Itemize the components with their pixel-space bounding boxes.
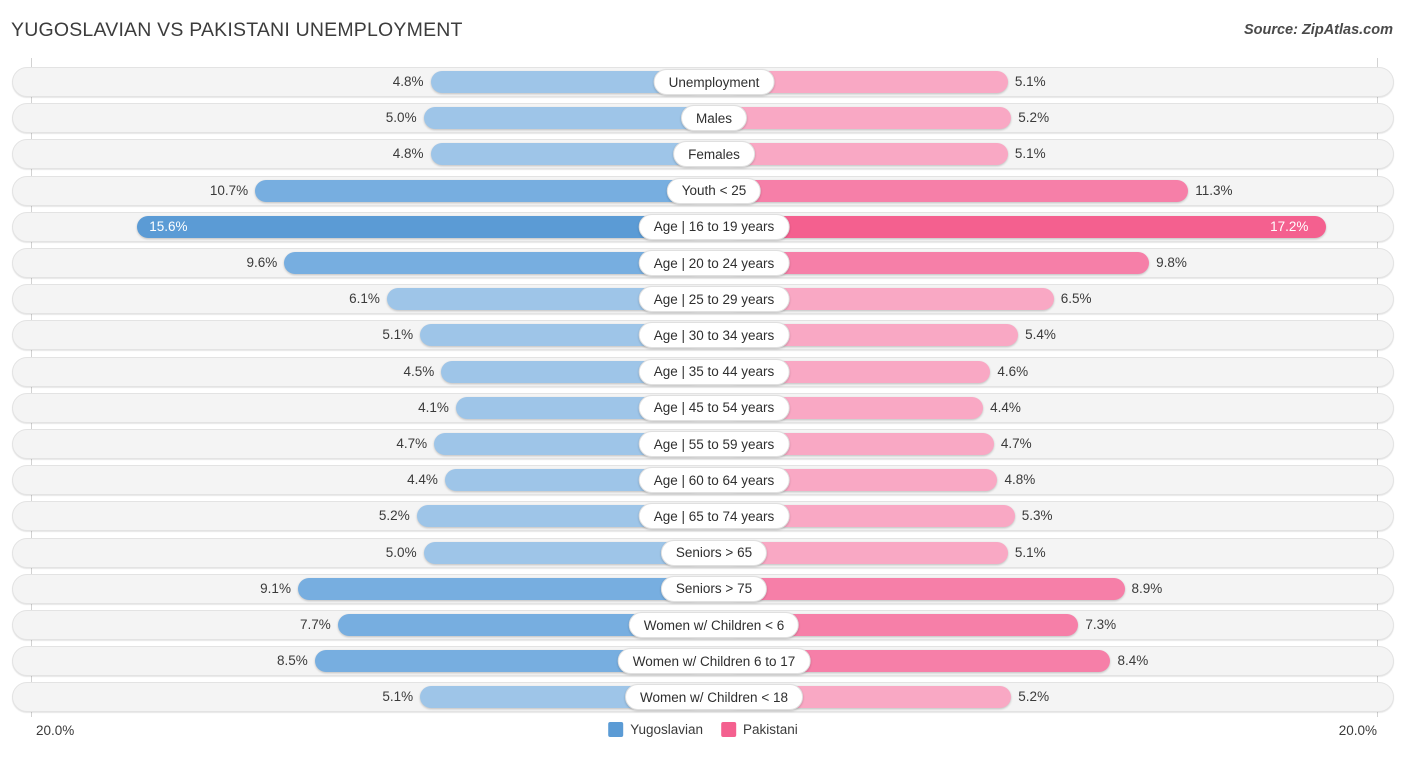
chart-row: 6.1% 6.5% Age | 25 to 29 years (12, 284, 1394, 315)
category-label-pill[interactable]: Age | 25 to 29 years (638, 286, 790, 313)
category-label-pill[interactable]: Age | 35 to 44 years (638, 358, 790, 385)
value-label-pakistani: 5.2% (1018, 689, 1050, 705)
bar-yugoslavian[interactable] (297, 577, 703, 600)
value-label-yugoslavian: 4.8% (392, 74, 424, 89)
value-label-yugoslavian: 9.6% (246, 255, 278, 270)
value-label-pakistani: 7.3% (1085, 617, 1117, 632)
category-label-pill[interactable]: Unemployment (653, 69, 775, 95)
chart-row: 10.7% 11.3% Youth < 25 (12, 175, 1394, 206)
value-label-pakistani: 17.2% (1270, 218, 1309, 234)
value-label-yugoslavian: 15.6% (149, 218, 188, 234)
axis-max-label-right: 20.0% (1338, 723, 1377, 738)
legend-label-pakistani: Pakistani (743, 722, 798, 737)
value-label-yugoslavian: 5.1% (382, 327, 414, 343)
category-label-pill[interactable]: Males (680, 105, 748, 132)
category-label-pill[interactable]: Age | 60 to 64 years (638, 467, 790, 494)
value-label-pakistani: 5.4% (1025, 327, 1056, 343)
chart-row: 4.7% 4.7% Age | 55 to 59 years (12, 429, 1394, 459)
value-label-pakistani: 4.8% (1004, 472, 1036, 488)
value-label-yugoslavian: 5.1% (382, 689, 414, 705)
chart-header: YUGOSLAVIAN VS PAKISTANI UNEMPLOYMENT So… (0, 0, 1406, 58)
bar-yugoslavian[interactable] (255, 179, 703, 202)
value-label-yugoslavian: 7.7% (300, 617, 331, 632)
value-label-yugoslavian: 5.0% (385, 110, 417, 126)
category-label-pill[interactable]: Age | 16 to 19 years (638, 213, 790, 240)
legend-label-yugoslavian: Yugoslavian (630, 722, 704, 737)
legend-swatch-icon-pakistani (721, 722, 737, 737)
value-label-yugoslavian: 8.5% (276, 653, 308, 669)
value-label-pakistani: 5.1% (1014, 74, 1046, 89)
category-label-pill[interactable]: Age | 30 to 34 years (638, 322, 790, 349)
chart-row: 4.1% 4.4% Age | 45 to 54 years (12, 392, 1394, 423)
value-label-yugoslavian: 10.7% (209, 182, 249, 198)
value-label-yugoslavian: 4.1% (418, 399, 449, 415)
chart-row: 4.8% 5.1% Females (12, 139, 1394, 170)
bar-pakistani[interactable] (725, 541, 1008, 564)
category-label-pill[interactable]: Youth < 25 (666, 177, 762, 204)
value-label-yugoslavian: 5.2% (378, 508, 410, 524)
value-label-yugoslavian: 5.0% (385, 544, 417, 560)
category-label-pill[interactable]: Age | 65 to 74 years (638, 503, 790, 530)
chart-legend: Yugoslavian Pakistani (608, 722, 798, 737)
value-label-yugoslavian: 6.1% (349, 291, 380, 307)
value-label-pakistani: 4.6% (997, 363, 1029, 379)
chart-row: 5.1% 5.2% Women w/ Children < 18 (12, 682, 1394, 713)
category-label-pill[interactable]: Women w/ Children 6 to 17 (617, 648, 811, 675)
axis-max-label-left: 20.0% (36, 723, 75, 738)
chart-row: 5.2% 5.3% Age | 65 to 74 years (12, 501, 1394, 532)
category-label-pill[interactable]: Women w/ Children < 18 (625, 684, 803, 711)
category-label-pill[interactable]: Seniors > 65 (660, 539, 768, 566)
value-label-pakistani: 11.3% (1195, 182, 1233, 198)
value-label-yugoslavian: 9.1% (260, 580, 291, 596)
bar-pakistani[interactable] (725, 577, 1125, 600)
chart-row: 4.5% 4.6% Age | 35 to 44 years (12, 356, 1394, 387)
value-label-pakistani: 8.4% (1117, 653, 1149, 669)
value-label-yugoslavian: 4.7% (396, 436, 428, 451)
chart-row: 4.4% 4.8% Age | 60 to 64 years (12, 465, 1394, 496)
category-label-pill[interactable]: Women w/ Children < 6 (628, 612, 800, 638)
bar-pakistani[interactable] (725, 179, 1189, 202)
legend-item-yugoslavian[interactable]: Yugoslavian (608, 722, 703, 737)
category-label-pill[interactable]: Age | 45 to 54 years (638, 394, 790, 421)
legend-swatch-icon-yugoslavian (608, 722, 624, 737)
value-label-yugoslavian: 4.4% (407, 472, 438, 488)
chart-page: YUGOSLAVIAN VS PAKISTANI UNEMPLOYMENT So… (0, 0, 1406, 757)
chart-row: 8.5% 8.4% Women w/ Children 6 to 17 (12, 646, 1394, 677)
chart-row: 5.1% 5.4% Age | 30 to 34 years (12, 320, 1394, 351)
chart-row: 15.6% 17.2% Age | 16 to 19 years (12, 211, 1394, 242)
category-label-pill[interactable]: Age | 55 to 59 years (638, 431, 790, 457)
value-label-yugoslavian: 4.8% (392, 146, 424, 162)
value-label-pakistani: 9.8% (1156, 255, 1187, 270)
page-title: YUGOSLAVIAN VS PAKISTANI UNEMPLOYMENT (11, 19, 463, 41)
chart-row: 5.0% 5.1% Seniors > 65 (12, 537, 1394, 568)
value-label-pakistani: 5.2% (1018, 110, 1050, 126)
value-label-pakistani: 5.3% (1021, 508, 1053, 524)
value-label-pakistani: 8.9% (1131, 580, 1163, 596)
source-attribution: Source: ZipAtlas.com (1243, 22, 1393, 38)
category-label-pill[interactable]: Females (673, 141, 755, 168)
value-label-yugoslavian: 4.5% (403, 363, 435, 379)
chart-row: 9.1% 8.9% Seniors > 75 (12, 573, 1394, 604)
bar-pakistani[interactable] (725, 143, 1008, 166)
legend-item-pakistani[interactable]: Pakistani (721, 722, 798, 737)
value-label-pakistani: 5.1% (1014, 146, 1046, 162)
value-label-pakistani: 4.7% (1000, 436, 1032, 451)
bar-pakistani[interactable] (725, 107, 1012, 130)
bar-yugoslavian[interactable] (423, 107, 703, 130)
chart-row: 4.8% 5.1% Unemployment (12, 67, 1394, 97)
value-label-pakistani: 5.1% (1014, 544, 1046, 560)
chart-footer: 20.0% 20.0% Yugoslavian Pakistani (0, 717, 1406, 757)
chart-plot-area: 4.8% 5.1% Unemployment 5.0% 5.2% Males 4.8% 5.1… (0, 58, 1406, 717)
category-label-pill[interactable]: Age | 20 to 24 years (638, 250, 790, 276)
value-label-pakistani: 6.5% (1060, 291, 1092, 307)
bar-pakistani[interactable] (725, 215, 1327, 238)
chart-row: 7.7% 7.3% Women w/ Children < 6 (12, 610, 1394, 640)
bar-yugoslavian[interactable] (137, 215, 703, 238)
category-label-pill[interactable]: Seniors > 75 (660, 575, 768, 602)
chart-row: 9.6% 9.8% Age | 20 to 24 years (12, 248, 1394, 278)
value-label-pakistani: 4.4% (990, 399, 1021, 415)
bar-yugoslavian[interactable] (430, 143, 703, 166)
chart-row: 5.0% 5.2% Males (12, 103, 1394, 134)
